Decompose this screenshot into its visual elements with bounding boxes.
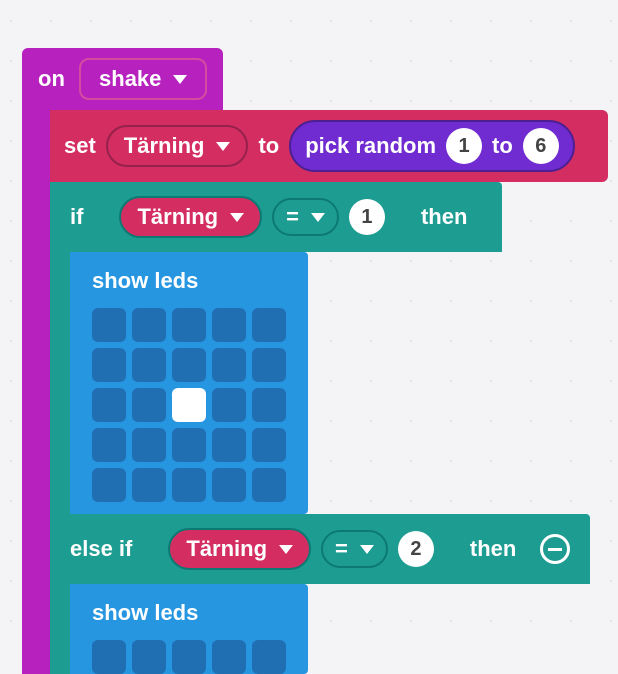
led-cell[interactable] [92, 428, 126, 462]
led-cell[interactable] [132, 348, 166, 382]
pick-random-block[interactable]: pick random 1 to 6 [289, 120, 575, 172]
gesture-value: shake [99, 66, 161, 92]
led-cell[interactable] [212, 348, 246, 382]
comparison-value-input[interactable]: 1 [349, 199, 385, 235]
led-cell[interactable] [92, 388, 126, 422]
led-cell[interactable] [92, 640, 126, 674]
set-variable-block[interactable]: set Tärning to pick random 1 to 6 [50, 110, 608, 182]
if-block-side [50, 252, 70, 514]
to-label: to [258, 133, 279, 159]
then-label: then [421, 204, 467, 230]
led-cell[interactable] [212, 308, 246, 342]
led-cell[interactable] [252, 308, 286, 342]
show-leds-block[interactable]: show leds [70, 584, 308, 674]
led-cell[interactable] [172, 308, 206, 342]
elseif-block-header[interactable]: else if Tärning = 2 then [50, 514, 590, 584]
led-cell[interactable] [172, 468, 206, 502]
comparison-block[interactable]: Tärning = 2 [146, 526, 456, 572]
if-label: if [70, 204, 83, 230]
on-label: on [38, 66, 65, 91]
led-cell[interactable] [132, 308, 166, 342]
led-cell[interactable] [172, 428, 206, 462]
led-cell[interactable] [132, 468, 166, 502]
led-cell[interactable] [132, 428, 166, 462]
chevron-down-icon [173, 75, 187, 84]
show-leds-block[interactable]: show leds [70, 252, 308, 514]
led-grid[interactable] [92, 308, 286, 502]
variable-reporter[interactable]: Tärning [168, 528, 311, 570]
led-cell[interactable] [252, 428, 286, 462]
if-block-header[interactable]: if Tärning = 1 then [50, 182, 502, 252]
led-cell[interactable] [172, 640, 206, 674]
random-high-input[interactable]: 6 [523, 128, 559, 164]
chevron-down-icon [216, 142, 230, 151]
show-leds-label: show leds [92, 268, 286, 294]
led-cell[interactable] [172, 388, 206, 422]
chevron-down-icon [311, 213, 325, 222]
if-block-side [50, 584, 70, 674]
led-cell[interactable] [252, 640, 286, 674]
led-cell[interactable] [212, 388, 246, 422]
chevron-down-icon [360, 545, 374, 554]
random-low-input[interactable]: 1 [446, 128, 482, 164]
workspace: on shake set Tärning to pick random 1 to… [0, 0, 618, 674]
led-cell[interactable] [132, 640, 166, 674]
elseif-label: else if [70, 536, 132, 562]
chevron-down-icon [279, 545, 293, 554]
led-cell[interactable] [212, 428, 246, 462]
led-cell[interactable] [132, 388, 166, 422]
led-cell[interactable] [172, 348, 206, 382]
on-block-side [22, 100, 50, 674]
variable-name: Tärning [137, 204, 218, 230]
led-cell[interactable] [92, 468, 126, 502]
operator-value: = [286, 204, 299, 230]
operator-dropdown[interactable]: = [272, 198, 339, 236]
operator-value: = [335, 536, 348, 562]
variable-reporter[interactable]: Tärning [119, 196, 262, 238]
chevron-down-icon [230, 213, 244, 222]
gesture-dropdown[interactable]: shake [79, 58, 207, 100]
variable-name: Tärning [186, 536, 267, 562]
led-cell[interactable] [252, 468, 286, 502]
then-label: then [470, 536, 516, 562]
on-gesture-block[interactable]: on shake [22, 48, 223, 110]
comparison-value-input[interactable]: 2 [398, 531, 434, 567]
led-cell[interactable] [92, 348, 126, 382]
variable-name: Tärning [124, 133, 205, 159]
led-cell[interactable] [252, 388, 286, 422]
led-grid[interactable] [92, 640, 286, 674]
set-label: set [64, 133, 96, 159]
comparison-block[interactable]: Tärning = 1 [97, 194, 407, 240]
show-leds-label: show leds [92, 600, 286, 626]
led-cell[interactable] [252, 348, 286, 382]
operator-dropdown[interactable]: = [321, 530, 388, 568]
led-cell[interactable] [212, 468, 246, 502]
led-cell[interactable] [212, 640, 246, 674]
variable-dropdown[interactable]: Tärning [106, 125, 249, 167]
remove-elseif-button[interactable] [540, 534, 570, 564]
pick-random-label: pick random [305, 133, 436, 159]
led-cell[interactable] [92, 308, 126, 342]
random-to-label: to [492, 133, 513, 159]
